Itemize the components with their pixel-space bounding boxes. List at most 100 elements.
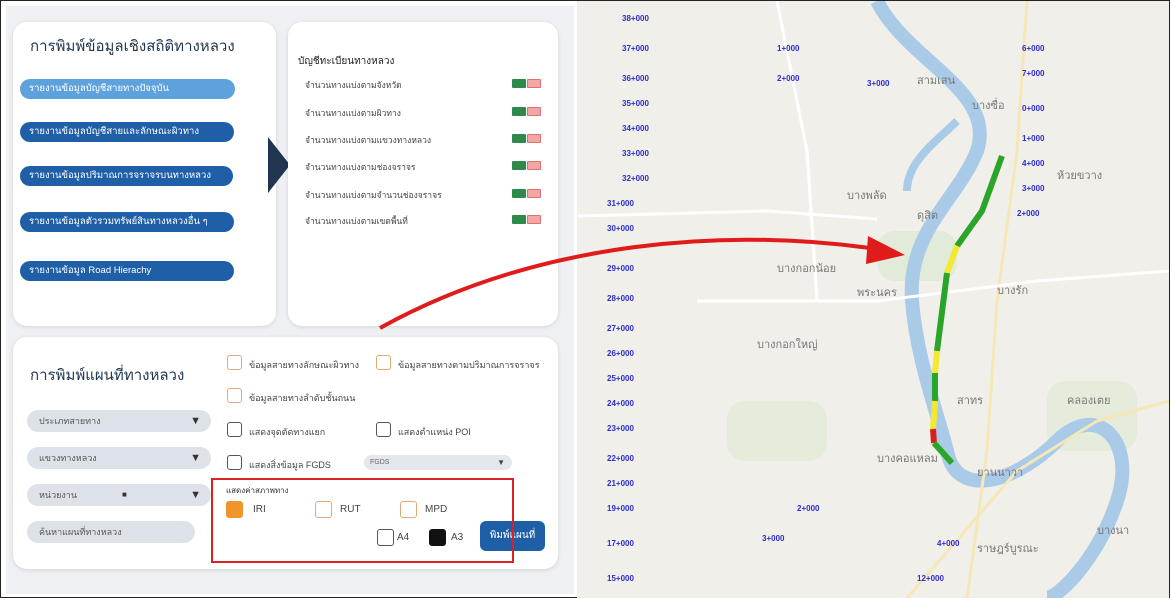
svg-text:1+000: 1+000 <box>777 44 800 53</box>
svg-text:23+000: 23+000 <box>607 424 634 433</box>
register-row-label: จำนวนทางแบ่งตามจำนวนช่องจราจร <box>305 190 442 200</box>
poi-label: แสดงตำแหน่ง POI <box>398 427 471 437</box>
svg-text:1+000: 1+000 <box>1022 134 1045 143</box>
map-place-label: ดุสิต <box>917 210 939 222</box>
pdf-icon[interactable] <box>527 79 541 88</box>
map-place-label: บางนา <box>1097 525 1130 537</box>
excel-icon[interactable] <box>512 79 526 88</box>
map-place-label: คลองเตย <box>1067 395 1111 407</box>
map-search-input[interactable]: ค้นหาแผนที่ทางหลวง <box>27 521 195 543</box>
svg-text:25+000: 25+000 <box>607 374 634 383</box>
report-other-assets-button[interactable]: รายงานข้อมูลตัวรวมทรัพย์สินทางหลวงอื่น ๆ <box>20 212 234 232</box>
map-place-label: บางซื่อ <box>972 100 1005 112</box>
report-traffic-volume-button[interactable]: รายงานข้อมูลปริมาณการจราจรบนทางหลวง <box>20 166 233 186</box>
svg-text:3+000: 3+000 <box>867 79 890 88</box>
excel-icon[interactable] <box>512 189 526 198</box>
svg-text:6+000: 6+000 <box>1022 44 1045 53</box>
map-place-label: สาทร <box>957 395 984 407</box>
register-row[interactable]: จำนวนทางแบ่งตามจังหวัด <box>305 78 555 92</box>
svg-text:15+000: 15+000 <box>607 574 634 583</box>
poi-checkbox[interactable] <box>376 422 391 437</box>
route-type-dropdown[interactable]: ประเภทสายทาง ▼ <box>27 410 211 432</box>
excel-icon[interactable] <box>512 134 526 143</box>
traffic-volume-checkbox[interactable] <box>376 355 391 370</box>
svg-text:31+000: 31+000 <box>607 199 634 208</box>
svg-text:26+000: 26+000 <box>607 349 634 358</box>
pdf-icon[interactable] <box>527 189 541 198</box>
register-row[interactable]: จำนวนทางแบ่งตามแขวงทางหลวง <box>305 133 555 147</box>
report-surface-type-button[interactable]: รายงานข้อมูลบัญชีสายและลักษณะผิวทาง <box>20 122 234 142</box>
intersection-label: แสดงจุดตัดทางแยก <box>249 427 326 437</box>
svg-text:33+000: 33+000 <box>622 149 649 158</box>
register-row[interactable]: จำนวนทางแบ่งตามช่องจราจร <box>305 160 555 174</box>
svg-text:38+000: 38+000 <box>622 14 649 23</box>
map-view[interactable]: 38+000 37+000 36+000 35+000 34+000 33+000 32… <box>577 1 1169 598</box>
svg-text:22+000: 22+000 <box>607 454 634 463</box>
excel-icon[interactable] <box>512 107 526 116</box>
svg-text:17+000: 17+000 <box>607 539 634 548</box>
highlight-box <box>211 478 514 563</box>
svg-text:0+000: 0+000 <box>1022 104 1045 113</box>
square-icon: ■ <box>122 490 127 499</box>
fgds-select[interactable]: FGDS ▼ <box>364 455 512 470</box>
svg-text:3+000: 3+000 <box>762 534 785 543</box>
register-row-label: จำนวนทางแบ่งตามเขตพื้นที่ <box>305 216 408 226</box>
map-print-card-title: การพิมพ์แผนที่ทางหลวง <box>30 367 185 384</box>
svg-text:12+000: 12+000 <box>917 574 944 583</box>
caret-down-icon: ▼ <box>190 452 201 464</box>
map-place-label: บางรัก <box>997 285 1029 297</box>
svg-text:2+000: 2+000 <box>1017 209 1040 218</box>
report-current-route-button[interactable]: รายงานข้อมูลบัญชีสายทางปัจจุบัน <box>20 79 235 99</box>
map-place-label: บางพลัด <box>847 190 887 202</box>
svg-text:30+000: 30+000 <box>607 224 634 233</box>
map-place-label: ราษฎร์บูรณะ <box>977 543 1039 555</box>
svg-text:35+000: 35+000 <box>622 99 649 108</box>
report-road-hierarchy-button[interactable]: รายงานข้อมูล Road Hierachy <box>20 261 234 281</box>
fgds-select-value: FGDS <box>370 459 390 466</box>
svg-text:27+000: 27+000 <box>607 324 634 333</box>
register-row-label: จำนวนทางแบ่งตามผิวทาง <box>305 108 401 118</box>
excel-icon[interactable] <box>512 215 526 224</box>
register-row[interactable]: จำนวนทางแบ่งตามผิวทาง <box>305 106 555 120</box>
intersection-checkbox[interactable] <box>227 422 242 437</box>
pdf-icon[interactable] <box>527 107 541 116</box>
dropdown-value: แขวงทางหลวง <box>39 453 97 463</box>
svg-text:28+000: 28+000 <box>607 294 634 303</box>
map-place-label: พระนคร <box>857 287 897 299</box>
road-hierarchy-checkbox[interactable] <box>227 388 242 403</box>
dropdown-value: หน่วยงาน <box>39 490 78 500</box>
fgds-checkbox[interactable] <box>227 455 242 470</box>
map-place-label: ยานนาวา <box>977 467 1024 479</box>
svg-text:2+000: 2+000 <box>777 74 800 83</box>
svg-text:24+000: 24+000 <box>607 399 634 408</box>
svg-text:21+000: 21+000 <box>607 479 634 488</box>
map-place-label: สามเสน <box>917 75 956 87</box>
svg-text:32+000: 32+000 <box>622 174 649 183</box>
surface-type-checkbox[interactable] <box>227 355 242 370</box>
map-place-label: บางคอแหลม <box>877 453 938 465</box>
pdf-icon[interactable] <box>527 161 541 170</box>
map-place-label: บางกอกใหญ่ <box>757 339 818 351</box>
svg-text:3+000: 3+000 <box>1022 184 1045 193</box>
register-row-label: จำนวนทางแบ่งตามจังหวัด <box>305 80 402 90</box>
road-hierarchy-label: ข้อมูลสายทางลำดับชั้นถนน <box>249 393 356 403</box>
statistics-card-title: การพิมพ์ข้อมูลเชิงสถิติทางหลวง <box>30 38 235 55</box>
highway-district-dropdown[interactable]: แขวงทางหลวง ▼ <box>27 447 211 469</box>
register-card-title: บัญชีทะเบียนทางหลวง <box>298 56 395 67</box>
pdf-icon[interactable] <box>527 134 541 143</box>
register-row-label: จำนวนทางแบ่งตามแขวงทางหลวง <box>305 135 432 145</box>
caret-down-icon: ▼ <box>497 458 505 467</box>
map-place-label: ห้วยขวาง <box>1057 170 1103 182</box>
register-row-label: จำนวนทางแบ่งตามช่องจราจร <box>305 162 416 172</box>
fgds-label: แสดงสิ่งข้อมูล FGDS <box>249 460 331 470</box>
excel-icon[interactable] <box>512 161 526 170</box>
register-row[interactable]: จำนวนทางแบ่งตามเขตพื้นที่ <box>305 214 555 228</box>
search-placeholder: ค้นหาแผนที่ทางหลวง <box>39 527 122 537</box>
register-row[interactable]: จำนวนทางแบ่งตามจำนวนช่องจราจร <box>305 188 555 202</box>
pdf-icon[interactable] <box>527 215 541 224</box>
agency-dropdown[interactable]: หน่วยงาน ■ ▼ <box>27 484 211 506</box>
map-place-label: บางกอกน้อย <box>777 263 837 275</box>
surface-type-label: ข้อมูลสายทางลักษณะผิวทาง <box>249 360 359 370</box>
svg-text:36+000: 36+000 <box>622 74 649 83</box>
svg-text:37+000: 37+000 <box>622 44 649 53</box>
